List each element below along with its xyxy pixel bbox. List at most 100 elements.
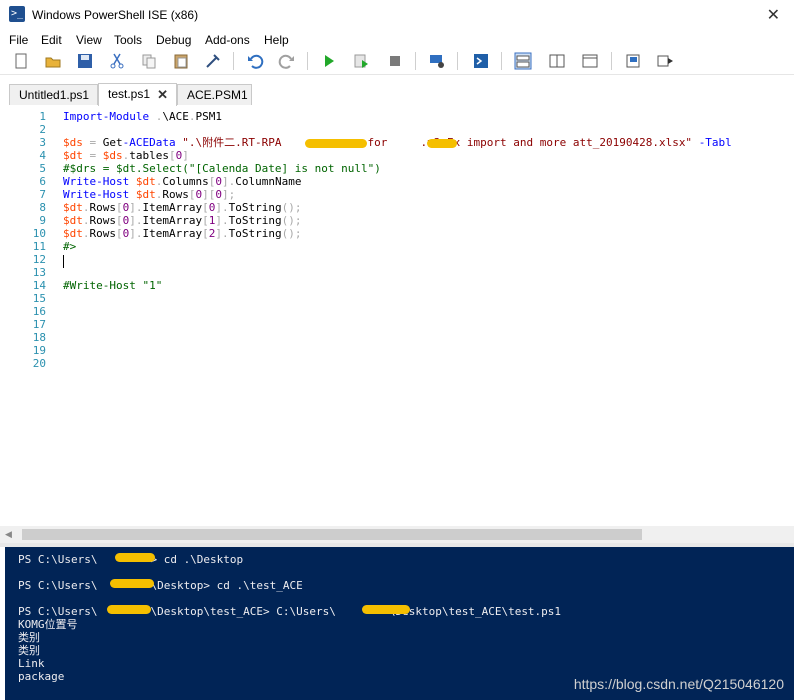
tab-label: ACE.PSM1 [187, 88, 248, 102]
layout-top-icon[interactable] [514, 52, 532, 70]
menu-file[interactable]: File [9, 33, 28, 47]
line-number: 8 [39, 201, 46, 214]
toolbar [0, 48, 794, 75]
code-line: $dt.Rows[0].ItemArray[2].ToString(); [63, 227, 302, 240]
powershell-icon: >_ [9, 6, 25, 22]
horizontal-scrollbar[interactable]: ◀ [0, 526, 794, 543]
code-line: $dt.Rows[0].ItemArray[0].ToString(); [63, 201, 302, 214]
save-icon[interactable] [76, 52, 94, 70]
menu-tools[interactable]: Tools [114, 33, 142, 47]
console-line: 类别 [18, 644, 40, 657]
line-number-gutter: 1 2 3 4 5 6 7 8 9 10 11 12 13 14 15 16 17 18 19 20 [0, 110, 46, 370]
code-line: $dt.Rows[0].ItemArray[1].ToString(); [63, 214, 302, 227]
tab-untitled1[interactable]: Untitled1.ps1 [9, 84, 98, 105]
menu-debug[interactable]: Debug [156, 33, 191, 47]
toolbar-separator [307, 52, 308, 70]
script-editor[interactable]: 1 2 3 4 5 6 7 8 9 10 11 12 13 14 15 16 17 18 19 20 Import-M… [0, 106, 794, 526]
line-number: 6 [39, 175, 46, 188]
code-line: Import-Module .\ACE.PSM1 [63, 110, 222, 123]
code-line: Write-Host $dt.Rows[0][0]; [63, 188, 236, 201]
redo-icon[interactable] [278, 52, 296, 70]
window-title: Windows PowerShell ISE (x86) [32, 8, 199, 22]
code-line: $dt = $ds.tables[0] [63, 149, 189, 162]
scrollbar-thumb[interactable] [22, 529, 642, 540]
remote-icon[interactable] [428, 52, 446, 70]
line-number: 11 [32, 240, 46, 253]
menu-help[interactable]: Help [264, 33, 289, 47]
powershell-icon[interactable] [472, 52, 490, 70]
menu-edit[interactable]: Edit [41, 33, 62, 47]
redaction-mark [107, 605, 151, 614]
line-number: 5 [39, 162, 46, 175]
redaction-mark [362, 605, 410, 614]
console-line: Link [18, 657, 45, 670]
layout-right-icon[interactable] [548, 52, 566, 70]
line-number: 10 [32, 227, 46, 240]
line-number: 2 [39, 123, 46, 136]
code-line: #$drs = $dt.Select("[Calenda Date] is no… [63, 162, 381, 175]
paste-icon[interactable] [172, 52, 190, 70]
line-number: 16 [32, 305, 46, 318]
run-icon[interactable] [320, 52, 338, 70]
copy-icon[interactable] [140, 52, 158, 70]
line-number: 15 [32, 292, 46, 305]
line-number: 7 [39, 188, 46, 201]
tab-label: Untitled1.ps1 [19, 88, 90, 102]
menu-bar: File Edit View Tools Debug Add-ons Help [0, 31, 794, 48]
text-caret [63, 255, 64, 268]
line-number: 14 [32, 279, 46, 292]
new-icon[interactable] [12, 52, 30, 70]
code-area[interactable]: Import-Module .\ACE.PSM1 $ds = Get-ACEDa… [63, 110, 794, 370]
redaction-mark [305, 139, 367, 148]
console-line: 类别 [18, 631, 40, 644]
line-number: 9 [39, 214, 46, 227]
line-number: 18 [32, 331, 46, 344]
redaction-mark [110, 579, 154, 588]
toolbar-separator [457, 52, 458, 70]
addon-icon[interactable] [624, 52, 642, 70]
console-line: PS C:\Users\ \Desktop\test_ACE> C:\Users… [18, 605, 562, 618]
tab-test-ps1[interactable]: test.ps1 ✕ [98, 83, 177, 106]
stop-icon[interactable] [386, 52, 404, 70]
show-command-icon[interactable] [656, 52, 674, 70]
undo-icon[interactable] [246, 52, 264, 70]
tab-ace-psm1[interactable]: ACE.PSM1 [177, 84, 252, 105]
title-bar: >_ Windows PowerShell ISE (x86) ✕ [0, 0, 794, 31]
run-selection-icon[interactable] [352, 52, 370, 70]
close-icon[interactable]: ✕ [157, 84, 168, 105]
line-number: 12 [32, 253, 46, 266]
toolbar-separator [415, 52, 416, 70]
layout-max-icon[interactable] [581, 52, 599, 70]
toolbar-separator [501, 52, 502, 70]
open-icon[interactable] [44, 52, 62, 70]
cut-icon[interactable] [108, 52, 126, 70]
tab-label: test.ps1 [108, 87, 151, 101]
clear-icon[interactable] [204, 52, 222, 70]
line-number: 13 [32, 266, 46, 279]
scroll-left-icon[interactable]: ◀ [5, 529, 12, 540]
console-line: PS C:\Users\ \Desktop> cd .\test_ACE [18, 579, 303, 592]
redaction-mark [427, 139, 457, 148]
menu-addons[interactable]: Add-ons [205, 33, 250, 47]
line-number: 3 [39, 136, 46, 149]
redaction-mark [115, 553, 155, 562]
line-number: 1 [39, 110, 46, 123]
code-line: #> [63, 240, 77, 253]
code-line: Write-Host $dt.Columns[0].ColumnName [63, 175, 302, 188]
close-window-button[interactable]: ✕ [767, 5, 780, 25]
tab-strip: Untitled1.ps1 test.ps1 ✕ ACE.PSM1 [0, 80, 794, 107]
line-number: 17 [32, 318, 46, 331]
console-line: KOMG位置号 [18, 618, 78, 631]
line-number: 19 [32, 344, 46, 357]
code-line: #Write-Host "1" [63, 279, 163, 292]
menu-view[interactable]: View [76, 33, 102, 47]
line-number: 4 [39, 149, 46, 162]
